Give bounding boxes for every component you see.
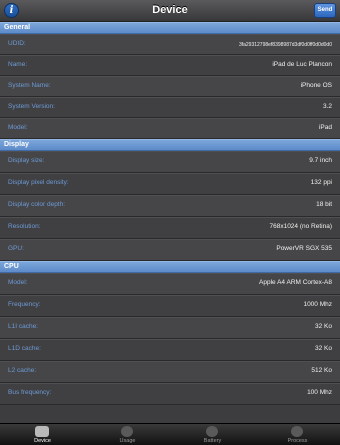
row-value: 32 Ko [315, 345, 332, 352]
table-row[interactable]: Display size: 9.7 inch [0, 151, 340, 173]
tab-process[interactable]: Process [255, 425, 340, 445]
row-value: Apple A4 ARM Cortex-A8 [259, 279, 332, 286]
table-row[interactable]: Display pixel density: 132 ppi [0, 173, 340, 195]
row-label: Resolution: [8, 223, 41, 230]
row-label: Display size: [8, 157, 45, 164]
section-header-display: Display [0, 139, 340, 151]
tab-label: Battery [203, 438, 222, 444]
row-value: 3.2 [322, 103, 332, 110]
tab-usage[interactable]: Usage [85, 425, 170, 445]
row-value: iPad [318, 124, 332, 131]
tab-battery[interactable]: Battery [170, 425, 255, 445]
row-label: Frequency: [8, 301, 41, 308]
row-label: Name: [8, 61, 28, 68]
row-value: 18 bit [316, 201, 332, 208]
row-value: 132 ppi [310, 179, 332, 186]
table-row[interactable]: Model: iPad [0, 118, 340, 139]
row-value: 512 Ko [311, 367, 332, 374]
row-label: L2 cache: [8, 367, 37, 374]
tab-label: Usage [119, 438, 136, 444]
row-value: 3fa29312798ef8398987d3df0d0ff0d0d0d0 [238, 42, 332, 48]
page-title: Device [152, 4, 188, 16]
table-row[interactable]: L2 cache: 512 Ko [0, 361, 340, 383]
app-window: i Device Send General UDID: 3fa29312798ef… [0, 0, 340, 445]
row-label: L1D cache: [8, 345, 41, 352]
send-button[interactable]: Send [314, 3, 336, 18]
row-label: Model: [8, 124, 28, 131]
table-row[interactable]: UDID: 3fa29312798ef8398987d3df0d0ff0d0d0d… [0, 34, 340, 55]
row-label: GPU: [8, 245, 24, 252]
row-value: 768x1024 (no Retina) [269, 223, 332, 230]
table-row[interactable]: Bus frequency: 100 Mhz [0, 383, 340, 405]
row-label: Model: [8, 279, 28, 286]
table-row[interactable]: Model: Apple A4 ARM Cortex-A8 [0, 273, 340, 295]
row-value: 1000 Mhz [303, 301, 332, 308]
table-row[interactable]: Frequency: 1000 Mhz [0, 295, 340, 317]
row-value: 100 Mhz [307, 389, 332, 396]
row-label: Bus frequency: [8, 389, 52, 396]
table-row[interactable]: System Version: 3.2 [0, 97, 340, 118]
row-label: System Version: [8, 103, 55, 110]
tab-device[interactable]: Device [0, 425, 85, 445]
usage-icon [121, 426, 133, 437]
row-value: iPad de Luc Plancon [272, 61, 332, 68]
device-icon [35, 426, 49, 437]
table-row[interactable]: Name: iPad de Luc Plancon [0, 55, 340, 76]
section-header-general: General [0, 22, 340, 34]
process-icon [291, 426, 303, 437]
tab-label: Process [287, 438, 308, 444]
tab-label: Device [34, 438, 51, 444]
row-value: PowerVR SGX 535 [276, 245, 332, 252]
table-row[interactable]: L1D cache: 32 Ko [0, 339, 340, 361]
table-row[interactable]: Display color depth: 18 bit [0, 195, 340, 217]
row-value: 9.7 inch [309, 157, 332, 164]
row-label: UDID: [8, 40, 26, 47]
device-info-table[interactable]: General UDID: 3fa29312798ef8398987d3df0d0… [0, 22, 340, 423]
row-label: Display pixel density: [8, 179, 69, 186]
section-header-cpu: CPU [0, 261, 340, 273]
table-row[interactable]: System Name: iPhone OS [0, 76, 340, 97]
tab-bar: Device Usage Battery Process [0, 423, 340, 445]
table-row[interactable]: L1I cache: 32 Ko [0, 317, 340, 339]
row-label: Display color depth: [8, 201, 66, 208]
row-label: System Name: [8, 82, 51, 89]
row-value: 32 Ko [315, 323, 332, 330]
battery-icon [206, 426, 218, 437]
row-label: L1I cache: [8, 323, 38, 330]
row-value: iPhone OS [300, 82, 332, 89]
table-row[interactable]: Resolution: 768x1024 (no Retina) [0, 217, 340, 239]
navigation-bar: i Device Send [0, 0, 340, 22]
table-row[interactable]: GPU: PowerVR SGX 535 [0, 239, 340, 261]
